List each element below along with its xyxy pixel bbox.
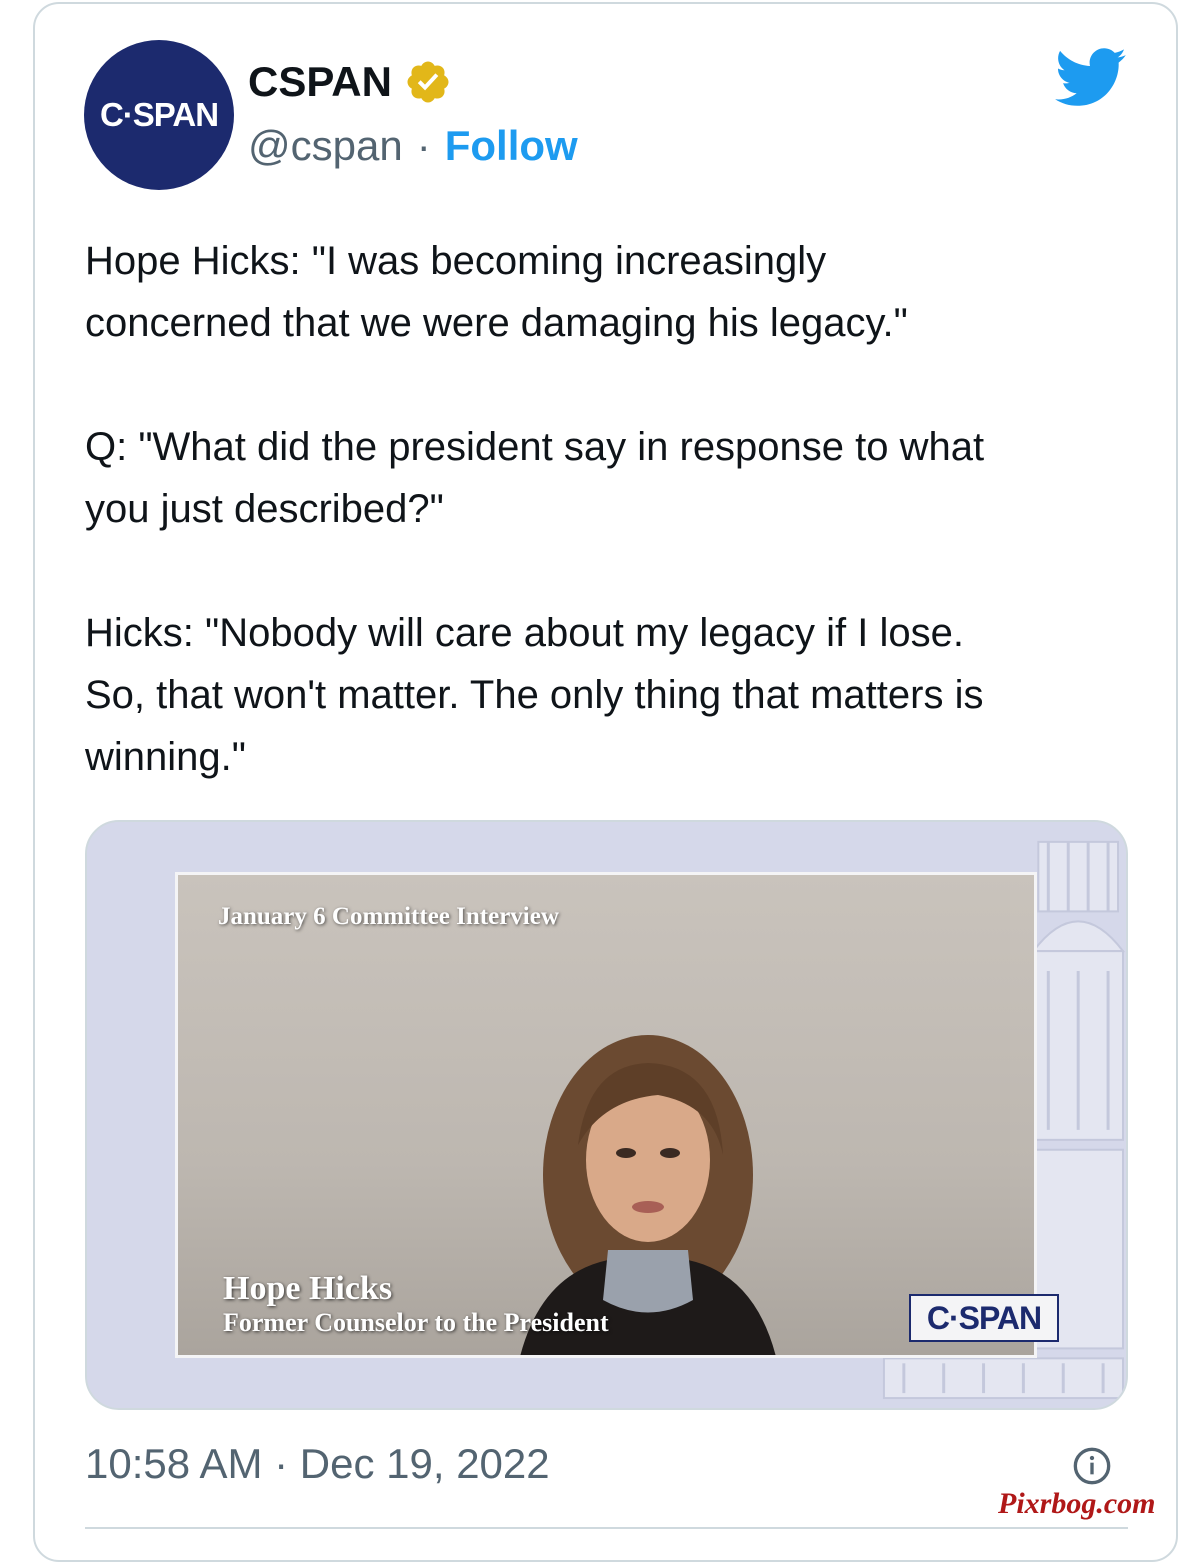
avatar[interactable]: C·SPAN [84, 40, 234, 190]
tweet-paragraph: Q: "What did the president say in respon… [85, 425, 985, 531]
video-caption-top: January 6 Committee Interview [218, 903, 559, 930]
verified-badge-icon [407, 61, 449, 103]
lower-third-title: Former Counselor to the President [223, 1308, 609, 1337]
tweet-paragraph: Hicks: "Nobody will care about my legacy… [85, 611, 984, 779]
twitter-bird-icon[interactable] [1055, 48, 1127, 108]
footer-divider [85, 1527, 1128, 1529]
tweet-paragraph: Hope Hicks: "I was becoming increasingly… [85, 239, 908, 345]
author-display-name[interactable]: CSPAN [248, 58, 392, 106]
tweet-body: Hope Hicks: "I was becoming increasingly… [85, 230, 1145, 850]
network-logo-bug: C·SPAN [909, 1294, 1059, 1342]
author-handle-row: @cspan · Follow [248, 122, 578, 170]
author-handle[interactable]: @cspan [248, 122, 403, 170]
avatar-logo-text: C·SPAN [99, 96, 219, 133]
author-name-row: CSPAN [248, 58, 452, 106]
follow-button[interactable]: Follow [445, 122, 578, 170]
video-media[interactable]: January 6 Committee Interview Hope Hicks… [85, 820, 1128, 1410]
video-frame[interactable]: January 6 Committee Interview Hope Hicks… [175, 872, 1037, 1358]
watermark-text: Pixrbog.com [998, 1487, 1156, 1520]
info-icon[interactable] [1072, 1446, 1112, 1486]
lower-third-name: Hope Hicks [223, 1270, 393, 1307]
handle-separator: · [416, 122, 431, 169]
tweet-timestamp[interactable]: 10:58 AM · Dec 19, 2022 [85, 1440, 550, 1488]
